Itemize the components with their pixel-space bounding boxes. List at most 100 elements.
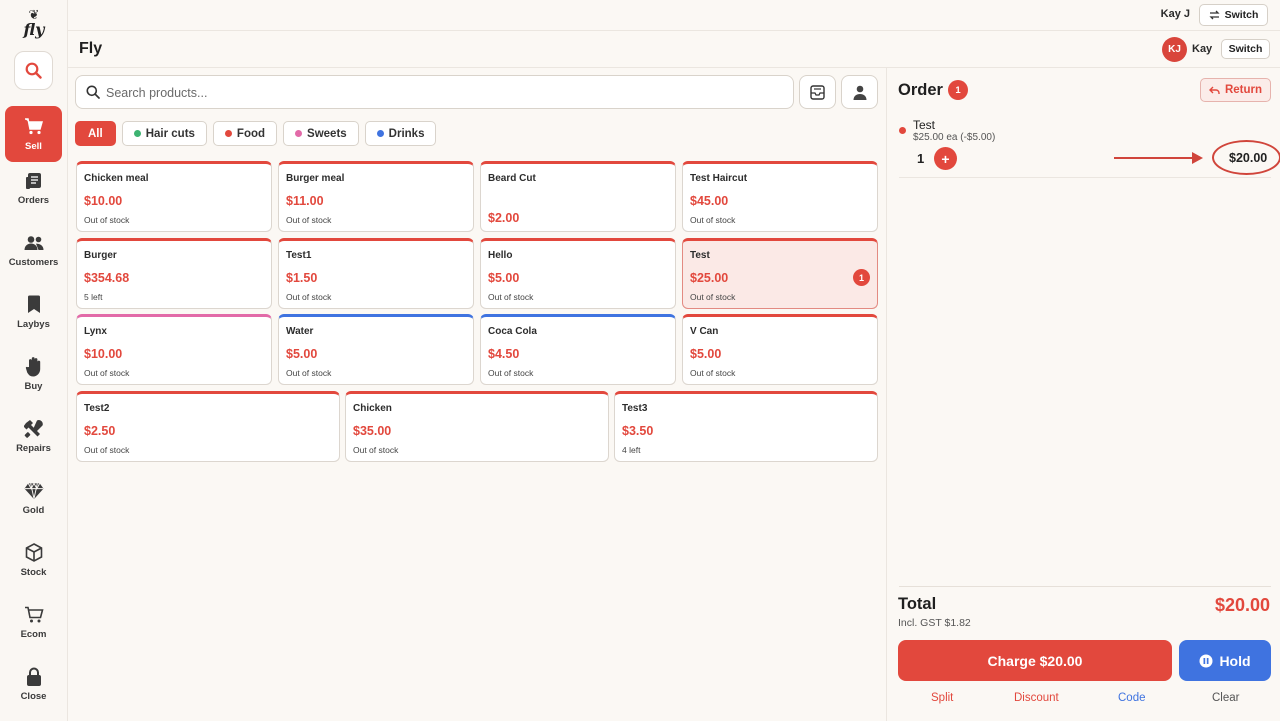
category-all[interactable]: All [75,121,116,146]
sidebar-item-close[interactable]: Close [5,656,62,712]
hand-icon [24,357,44,377]
return-button[interactable]: Return [1200,78,1271,102]
product-card[interactable]: Lynx $10.00 Out of stock [76,314,272,385]
switch-label: Switch [1224,9,1259,21]
category-sweets[interactable]: Sweets [283,121,359,146]
sidebar-search-button[interactable] [14,51,53,90]
product-card[interactable]: Coca Cola $4.50 Out of stock [480,314,676,385]
hold-button[interactable]: Hold [1179,640,1271,681]
tools-icon [23,419,44,439]
product-price: $4.50 [488,347,520,361]
sidebar-item-sell[interactable]: Sell [5,106,62,162]
category-drinks[interactable]: Drinks [364,121,437,146]
sidebar-item-stock[interactable]: Stock [5,532,62,588]
product-stock: Out of stock [84,368,130,378]
product-price: $45.00 [690,194,729,208]
product-card[interactable]: Test2 $2.50 Out of stock [76,391,340,462]
product-price: $5.00 [488,271,520,285]
product-name: Burger [84,250,117,261]
product-card[interactable]: Test1 $1.50 Out of stock [278,238,474,309]
search-input[interactable] [106,82,766,103]
top-user-name: Kay J [1160,8,1190,20]
product-card[interactable]: Chicken $35.00 Out of stock [345,391,609,462]
sidebar-item-ecom[interactable]: Ecom [5,594,62,650]
category-hair-cuts[interactable]: Hair cuts [121,121,207,146]
increase-quantity-button[interactable]: + [934,147,957,170]
product-price: $2.50 [84,424,116,438]
code-button[interactable]: Code [1118,692,1146,704]
category-filters: All Hair cuts Food Sweets Drinks [75,121,437,146]
product-name: Test [690,250,710,261]
box-icon [24,543,44,563]
divider [899,586,1271,587]
product-name: Test1 [286,250,312,261]
title-user-name: Kay [1192,43,1213,55]
sidebar-item-label: Orders [17,194,50,206]
title-bar: Fly KJ Kay Switch [68,31,1280,68]
product-card[interactable]: Test3 $3.50 4 left [614,391,878,462]
product-stock: 5 left [84,292,103,302]
product-price: $2.00 [488,211,520,225]
clear-button[interactable]: Clear [1212,692,1239,704]
product-name: Test Haircut [690,173,748,184]
product-search[interactable] [75,75,794,109]
sidebar-item-buy[interactable]: Buy [5,346,62,402]
product-price: $25.00 [690,271,729,285]
product-card[interactable]: Water $5.00 Out of stock [278,314,474,385]
sidebar-item-customers[interactable]: Customers [5,222,62,278]
customer-button[interactable] [841,75,878,109]
product-stock: Out of stock [286,368,332,378]
cart-quantity-badge: 1 [853,269,870,286]
pause-icon [1199,654,1213,667]
product-price: $1.50 [286,271,318,285]
product-stock: Out of stock [286,215,332,225]
product-name: Lynx [84,326,107,337]
avatar[interactable]: KJ [1162,37,1187,62]
total-label: Total [898,595,937,613]
product-name: Test2 [84,403,110,414]
sidebar-item-label: Customers [8,256,59,268]
customers-icon [24,233,44,253]
category-food[interactable]: Food [212,121,278,146]
product-card-selected[interactable]: Test $25.00 Out of stock 1 [682,238,878,309]
split-button[interactable]: Split [931,692,953,704]
ecom-cart-icon [24,605,44,625]
top-bar: Kay J Switch [68,0,1280,31]
charge-button[interactable]: Charge $20.00 [898,640,1172,681]
sidebar-item-label: Stock [20,566,47,578]
product-price: $10.00 [84,347,123,361]
category-dot [376,130,384,137]
user-switch-button[interactable]: Switch [1221,39,1270,59]
product-name: V Can [690,326,719,337]
product-name: Test3 [622,403,648,414]
top-switch-button[interactable]: Switch [1199,4,1268,26]
page-title: Fly [79,40,103,57]
gem-icon [23,481,44,501]
scan-box-icon [810,84,825,100]
product-card[interactable]: Burger $354.68 5 left [76,238,272,309]
product-card[interactable]: Test Haircut $45.00 Out of stock [682,161,878,232]
hold-label: Hold [1219,652,1251,669]
product-stock: Out of stock [84,215,130,225]
product-card[interactable]: Burger meal $11.00 Out of stock [278,161,474,232]
bookmark-icon [24,295,44,315]
product-card[interactable]: Chicken meal $10.00 Out of stock [76,161,272,232]
sidebar-item-label: Close [20,690,47,702]
sidebar-item-orders[interactable]: Orders [5,160,62,216]
barcode-scan-button[interactable] [799,75,836,109]
logo-text: fly [23,20,45,39]
product-card[interactable]: V Can $5.00 Out of stock [682,314,878,385]
sidebar-item-gold[interactable]: Gold [5,470,62,526]
category-dot [295,130,303,137]
product-stock: Out of stock [690,215,736,225]
product-name: Beard Cut [488,173,536,184]
brand-logo: ❦ fly [20,8,48,42]
product-card[interactable]: Hello $5.00 Out of stock [480,238,676,309]
sidebar-item-laybys[interactable]: Laybys [5,284,62,340]
product-name: Burger meal [286,173,345,184]
product-stock: Out of stock [690,292,736,302]
product-card[interactable]: Beard Cut $2.00 [480,161,676,232]
category-label: Drinks [388,127,425,140]
sidebar-item-repairs[interactable]: Repairs [5,408,62,464]
discount-button[interactable]: Discount [1014,692,1059,704]
